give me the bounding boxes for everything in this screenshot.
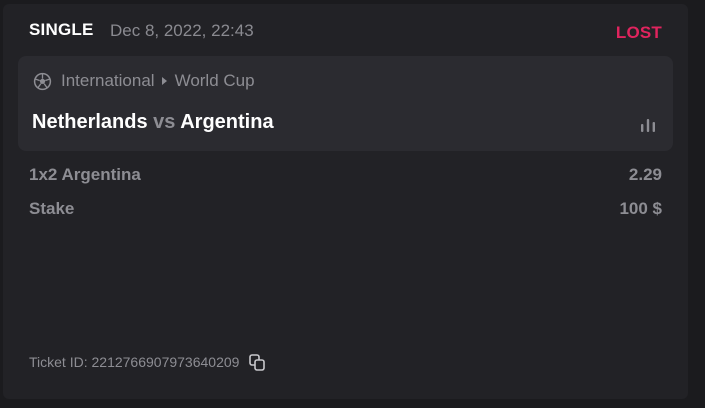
selection-label: 1x2 Argentina <box>29 165 141 184</box>
triangle-right-icon <box>161 76 169 86</box>
breadcrumb-category: International <box>61 71 155 90</box>
bet-type: SINGLE <box>29 20 94 39</box>
stake-value: 100 $ <box>619 199 662 218</box>
stake-label: Stake <box>29 199 75 218</box>
breadcrumb-tournament: World Cup <box>174 71 255 90</box>
ticket-label: Ticket ID: <box>29 354 88 370</box>
selection-odds: 2.29 <box>628 165 662 184</box>
ticket-id: 2212766907973640209 <box>91 354 240 370</box>
away-team: Argentina <box>180 111 274 133</box>
vs-label: vs <box>153 111 176 133</box>
soccer-ball-icon <box>33 72 52 90</box>
bet-header: SINGLE Dec 8, 2022, 22:43 LOST <box>29 18 662 44</box>
home-team: Netherlands <box>32 111 148 133</box>
bet-status-badge: LOST <box>615 23 662 42</box>
bet-card: SINGLE Dec 8, 2022, 22:43 LOST Internati… <box>3 4 688 399</box>
event-box[interactable]: International World Cup Netherlands vs A… <box>18 56 673 151</box>
selection-row: 1x2 Argentina 2.29 <box>29 165 662 187</box>
match-title: Netherlands vs Argentina <box>32 111 274 134</box>
ticket-footer: Ticket ID: 2212766907973640209 <box>29 352 266 372</box>
copy-icon[interactable] <box>248 353 266 371</box>
breadcrumb: International World Cup <box>33 70 255 92</box>
stake-row: Stake 100 $ <box>29 199 662 221</box>
bar-chart-icon[interactable] <box>639 117 657 133</box>
bet-date: Dec 8, 2022, 22:43 <box>110 21 254 40</box>
